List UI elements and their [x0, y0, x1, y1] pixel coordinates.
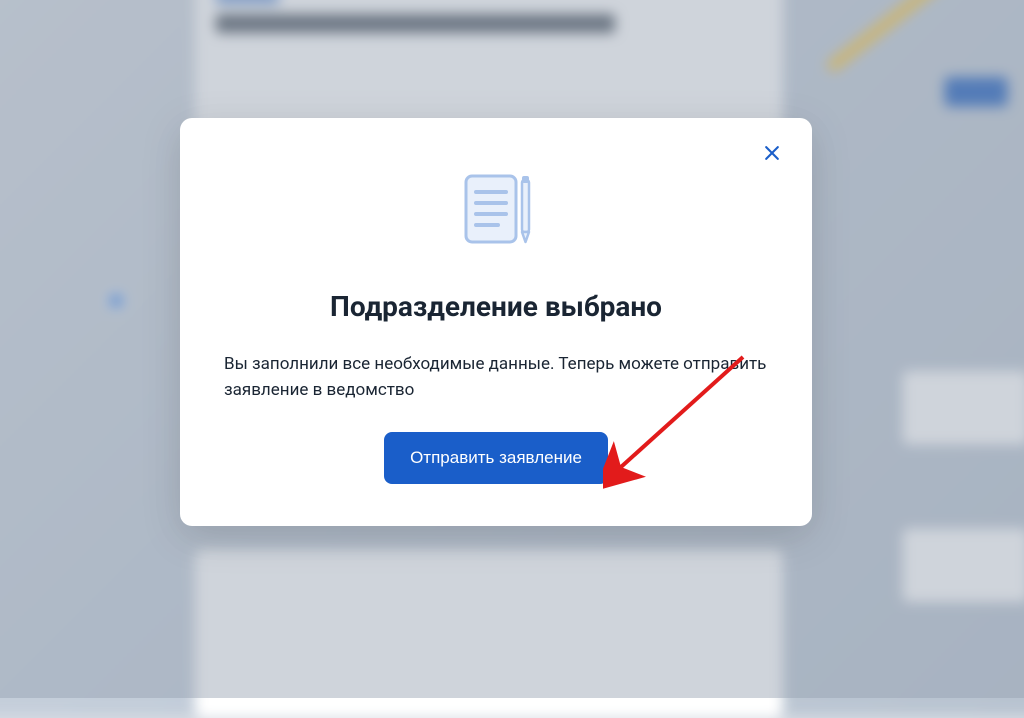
close-button[interactable] [758, 140, 786, 168]
document-pencil-icon [220, 170, 772, 254]
modal-description: Вы заполнили все необходимые данные. Теп… [220, 351, 772, 404]
modal-title: Подразделение выбрано [220, 290, 772, 323]
close-icon [762, 143, 782, 166]
department-selected-modal: Подразделение выбрано Вы заполнили все н… [180, 118, 812, 526]
submit-application-button[interactable]: Отправить заявление [384, 432, 608, 484]
